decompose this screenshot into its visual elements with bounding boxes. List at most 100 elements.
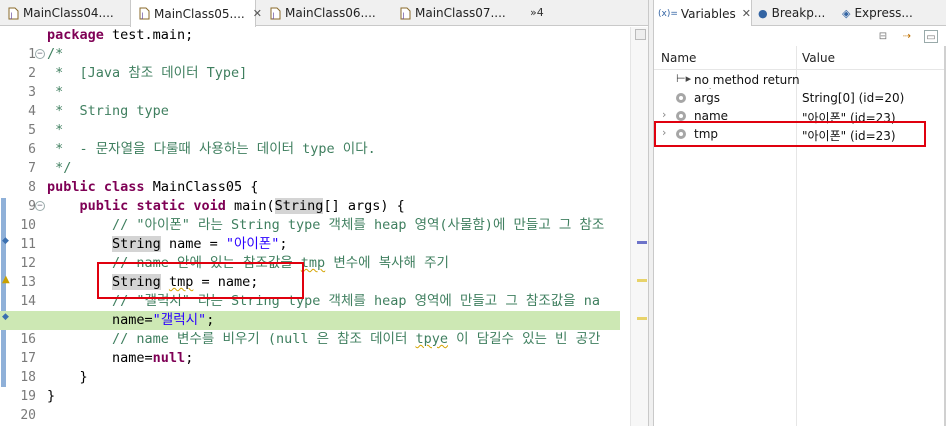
tab-label: MainClass06.... (285, 6, 376, 20)
spelling-warning: tmp (300, 255, 326, 271)
code-line: 19 } (0, 368, 620, 404)
comment-text: * String type (47, 103, 169, 119)
show-type-names-icon[interactable]: ⇢ (900, 30, 914, 43)
keyword: public (47, 179, 96, 195)
svg-text:J: J (141, 12, 144, 20)
code-text: ; (206, 312, 215, 328)
tab-label: Breakp... (771, 6, 826, 20)
keyword: void (193, 198, 226, 214)
comment-text: // name 변수를 비우기 (null 은 참조 데이터 (112, 331, 416, 347)
variable-value: String[0] (id=20) (802, 91, 905, 105)
code-line: 5 * String type (0, 102, 620, 138)
collapse-all-icon[interactable]: ⊟ (876, 30, 890, 43)
tab-mainclass07[interactable]: J MainClass07.... (392, 0, 522, 26)
code-line: 14 String tmp = name; (0, 273, 620, 309)
tab-mainclass04[interactable]: J MainClass04.... (0, 0, 130, 26)
code-line: 17 // name 변수를 비우기 (null 은 참조 데이터 tpye 이… (0, 330, 620, 366)
keyword: null (152, 350, 186, 366)
code-line: 20 } (0, 387, 620, 423)
comment-text: * (47, 84, 64, 100)
code-text: name= (112, 350, 153, 366)
keyword: class (103, 179, 145, 195)
code-text: [] args) { (323, 198, 405, 214)
fold-collapse-icon[interactable]: − (35, 49, 45, 59)
view-toolbar: ⊟ ⇢ ▭ (654, 26, 946, 46)
code-text: name= (112, 312, 153, 328)
svg-text:J: J (10, 11, 13, 19)
string-literal: "갤럭시" (152, 312, 207, 328)
warning-marker[interactable] (637, 317, 647, 320)
local-variable-icon (676, 93, 686, 103)
code-text: test.main; (103, 27, 194, 43)
code-line: 18 name=null; (0, 349, 620, 385)
tab-mainclass05[interactable]: J MainClass05.... ✕ (130, 0, 262, 27)
comment-text: * [Java 참조 데이터 Type] (47, 65, 248, 81)
annotation-highlight-box (97, 262, 304, 299)
code-line: 7 * - 문자열을 다룰때 사용하는 데이터 type 이다. (0, 140, 620, 176)
comment-text: // "아이폰" 라는 String type 객체를 heap 영역(사물함)… (112, 217, 605, 233)
code-line: 11 // "아이폰" 라는 String type 객체를 heap 영역(사… (0, 216, 620, 252)
tab-mainclass06[interactable]: J MainClass06.... (262, 0, 392, 26)
method-result-icon: ⊢▸ (676, 72, 692, 85)
occurrence-marker[interactable] (637, 241, 647, 244)
type-occurrence: String (112, 236, 161, 252)
breakpoints-icon: ● (758, 6, 768, 20)
svg-text:J: J (272, 11, 275, 19)
local-variable-icon (676, 111, 686, 121)
code-line: 12 String name = "아이폰"; (0, 235, 620, 271)
code-editor[interactable]: J MainClass04.... J MainClass05.... ✕ J … (0, 0, 648, 426)
comment-text: 변수에 복사해 주기 (325, 255, 449, 271)
keyword: public (79, 198, 129, 214)
variables-table-header: Name Value (654, 46, 946, 70)
java-file-icon: J (270, 7, 281, 20)
fold-collapse-icon[interactable]: − (35, 201, 45, 211)
debug-view-tab-bar: (x)= Variables ✕ ● Breakp... ◈ Express..… (654, 0, 946, 27)
comment-text: 이 담길수 있는 빈 공간 (448, 331, 601, 347)
code-text: ; (279, 236, 288, 252)
code-text: MainClass05 { (144, 179, 259, 195)
warning-marker[interactable] (637, 279, 647, 282)
keyword: static (136, 198, 186, 214)
java-file-icon: J (8, 7, 19, 20)
close-icon[interactable]: ✕ (742, 7, 751, 20)
code-line: 9 public class MainClass05 { (0, 178, 620, 214)
expand-chevron-icon[interactable]: › (662, 108, 666, 121)
tab-overflow-button[interactable]: »4 (530, 6, 544, 19)
column-header-name[interactable]: Name (661, 51, 696, 65)
column-header-value[interactable]: Value (802, 51, 835, 65)
maximize-icon[interactable]: ▭ (924, 30, 938, 43)
code-line: 3 * [Java 참조 데이터 Type] (0, 64, 620, 100)
code-text: } (47, 388, 56, 404)
code-line: 8 */ (0, 159, 620, 195)
code-line: 1 package test.main; (0, 26, 620, 62)
comment-text: * (47, 122, 64, 138)
type-occurrence: String (274, 198, 324, 214)
code-line: 10 − public static void main(String[] ar… (0, 197, 620, 233)
current-execution-line: 16 name="갤럭시"; (0, 311, 620, 347)
variables-view: (x)= Variables ✕ ● Breakp... ◈ Express..… (654, 0, 946, 426)
editor-tab-bar: J MainClass04.... J MainClass05.... ✕ J … (0, 0, 648, 27)
code-line: 2 − /* (0, 45, 620, 81)
tab-label: MainClass07.... (415, 6, 506, 20)
code-text: name = (160, 236, 226, 252)
code-line: 13 // name 안에 있는 참조값을 tmp 변수에 복사해 주기 (0, 254, 620, 290)
debug-marker-icon: ◆ (2, 236, 9, 246)
expressions-icon: ◈ (842, 6, 851, 20)
code-line: 4 * (0, 83, 620, 119)
code-text: } (79, 369, 88, 385)
close-icon[interactable]: ✕ (253, 7, 262, 20)
java-file-icon: J (139, 7, 150, 20)
keyword: package (47, 27, 104, 43)
variable-row-return[interactable]: ⊢▸ no method return value (654, 71, 802, 89)
code-line: 21 (0, 406, 620, 425)
tab-expressions[interactable]: ◈ Express... (838, 0, 938, 26)
string-literal: "아이폰" (225, 236, 280, 252)
variable-row-args[interactable]: args String[0] (id=20) (654, 89, 946, 107)
overview-ruler[interactable] (630, 27, 648, 426)
code-text: main( (225, 198, 275, 214)
tab-breakpoints[interactable]: ● Breakp... (754, 0, 846, 26)
tab-variables[interactable]: (x)= Variables ✕ (654, 0, 752, 27)
java-file-icon: J (400, 7, 411, 20)
overview-status-icon (635, 29, 646, 40)
code-text: ; (185, 350, 194, 366)
